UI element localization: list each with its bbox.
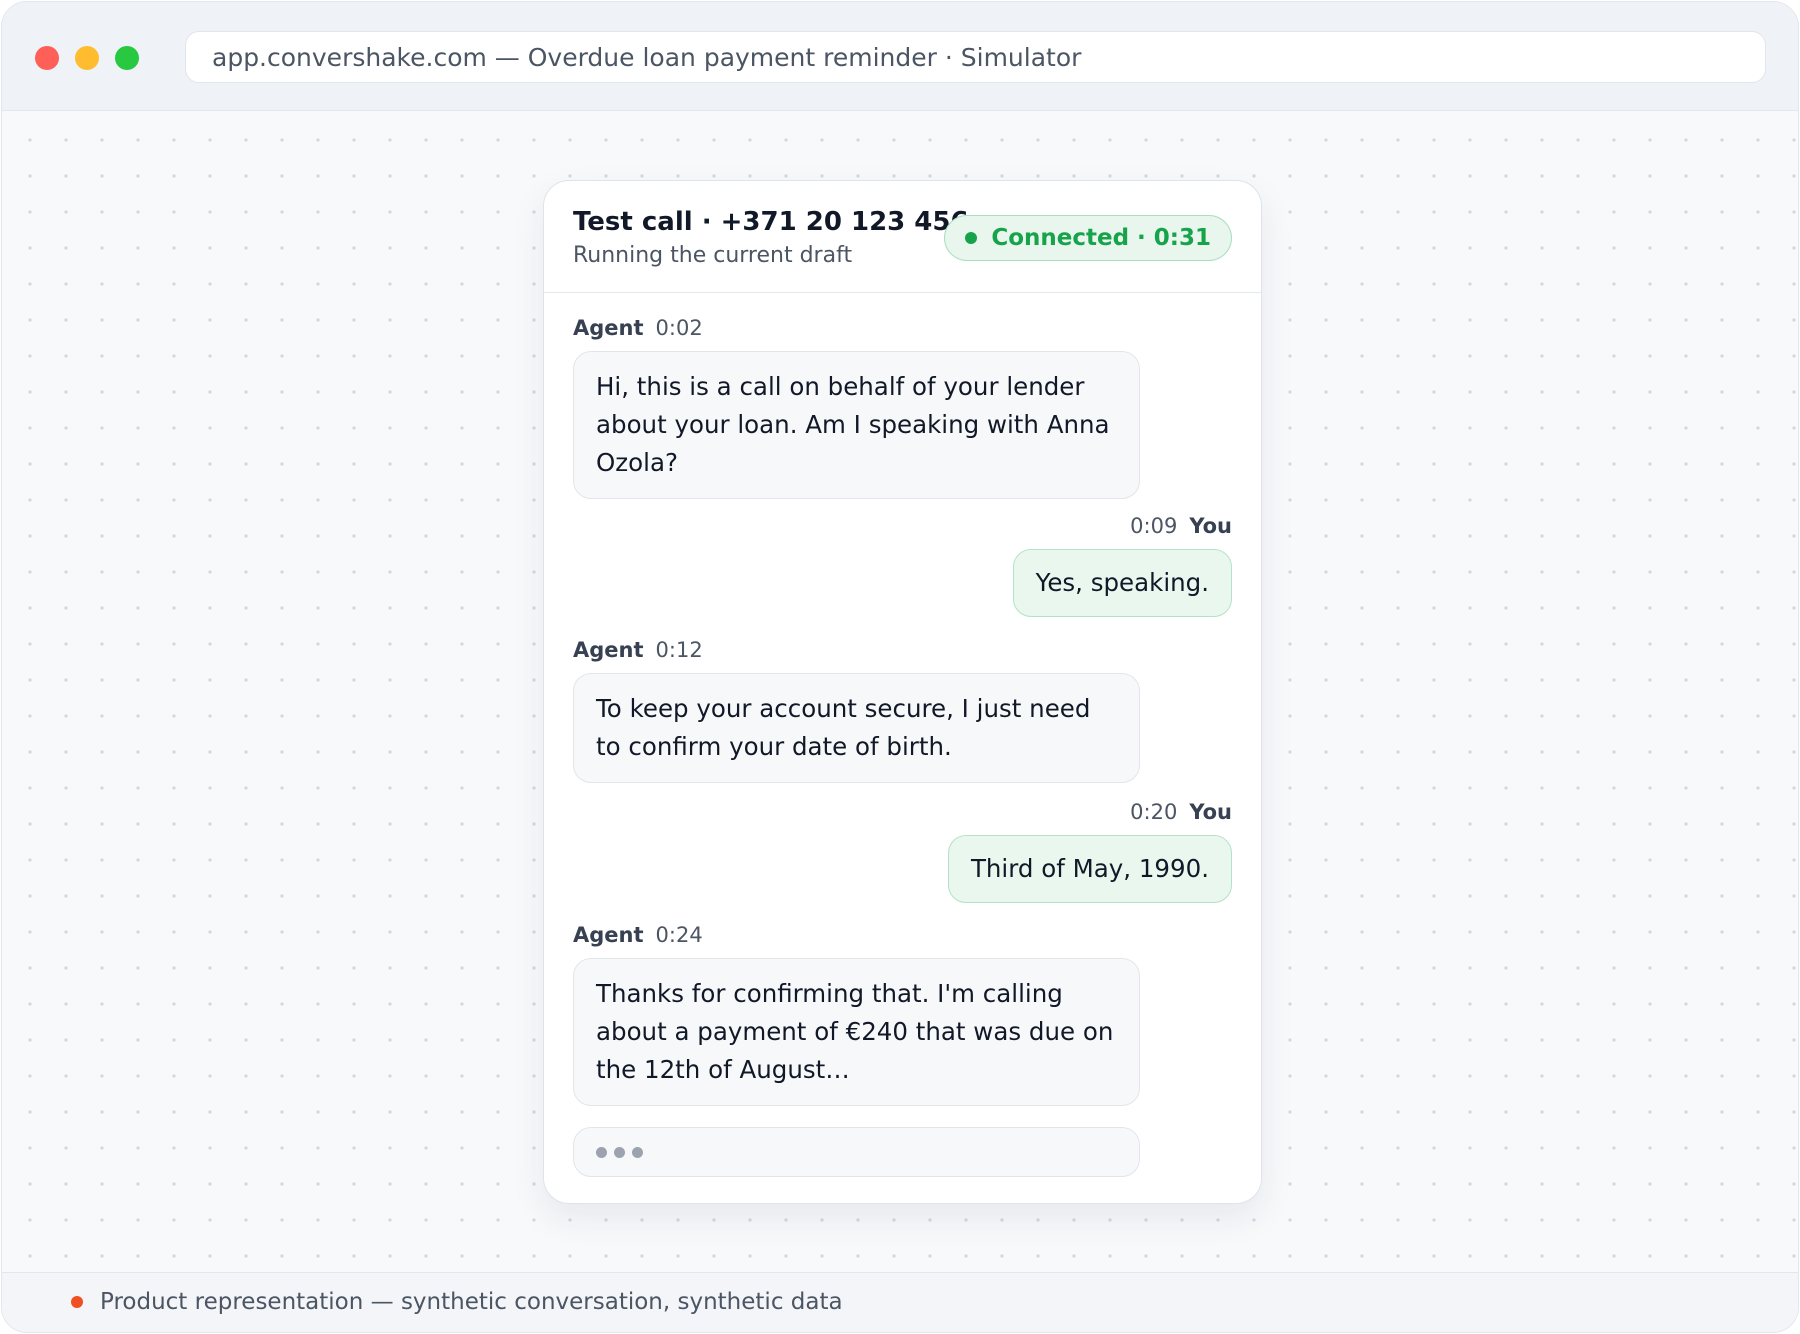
footer-bar: Product representation — synthetic conve… (2, 1272, 1798, 1332)
call-status-text: Connected · 0:31 (991, 225, 1211, 251)
close-window-button[interactable] (35, 46, 59, 70)
message-meta: 0:09 You (1130, 514, 1232, 538)
agent-message-bubble: Thanks for confirming that. I'm calling … (573, 958, 1140, 1106)
message-sender: You (1189, 514, 1232, 538)
call-subtitle: Running the current draft (573, 243, 853, 268)
maximize-window-button[interactable] (115, 46, 139, 70)
typing-dot-icon (632, 1146, 643, 1158)
title-bar: app.convershake.com — Overdue loan payme… (2, 2, 1798, 111)
call-title: Test call · +371 20 123 456 (573, 207, 969, 237)
message-meta: Agent 0:24 (573, 923, 703, 947)
typing-dot-icon (596, 1146, 607, 1158)
message-meta: Agent 0:02 (573, 316, 703, 340)
call-header: Test call · +371 20 123 456 Running the … (544, 181, 1261, 293)
message-sender: Agent (573, 923, 644, 947)
typing-dot-icon (614, 1146, 625, 1158)
message-text: Thanks for confirming that. I'm calling … (596, 979, 1114, 1084)
user-message-bubble: Third of May, 1990. (947, 835, 1232, 903)
typing-indicator (573, 1127, 1140, 1177)
address-text: app.convershake.com — Overdue loan payme… (212, 42, 1082, 72)
message-meta: Agent 0:12 (573, 638, 703, 662)
message-text: Hi, this is a call on behalf of your len… (596, 372, 1110, 477)
message-time: 0:24 (655, 923, 703, 947)
message-sender: You (1189, 800, 1232, 824)
message-time: 0:20 (1130, 800, 1178, 824)
address-bar[interactable]: app.convershake.com — Overdue loan payme… (185, 31, 1766, 83)
message-text: Yes, speaking. (1035, 568, 1209, 597)
footer-note: Product representation — synthetic conve… (100, 1289, 843, 1315)
user-message-bubble: Yes, speaking. (1012, 549, 1232, 617)
message-sender: Agent (573, 316, 644, 340)
minimize-window-button[interactable] (75, 46, 99, 70)
agent-message-bubble: Hi, this is a call on behalf of your len… (573, 351, 1140, 499)
message-time: 0:02 (655, 316, 703, 340)
call-status-badge: Connected · 0:31 (944, 215, 1232, 261)
status-dot-icon (71, 1296, 83, 1308)
message-time: 0:09 (1130, 514, 1178, 538)
browser-window: app.convershake.com — Overdue loan payme… (1, 1, 1799, 1333)
status-dot-icon (965, 232, 978, 244)
message-text: Third of May, 1990. (970, 854, 1209, 883)
message-time: 0:12 (655, 638, 703, 662)
test-call-panel: Test call · +371 20 123 456 Running the … (543, 180, 1262, 1204)
message-text: To keep your account secure, I just need… (596, 694, 1091, 761)
message-sender: Agent (573, 638, 644, 662)
message-meta: 0:20 You (1130, 800, 1232, 824)
agent-message-bubble: To keep your account secure, I just need… (573, 673, 1140, 783)
